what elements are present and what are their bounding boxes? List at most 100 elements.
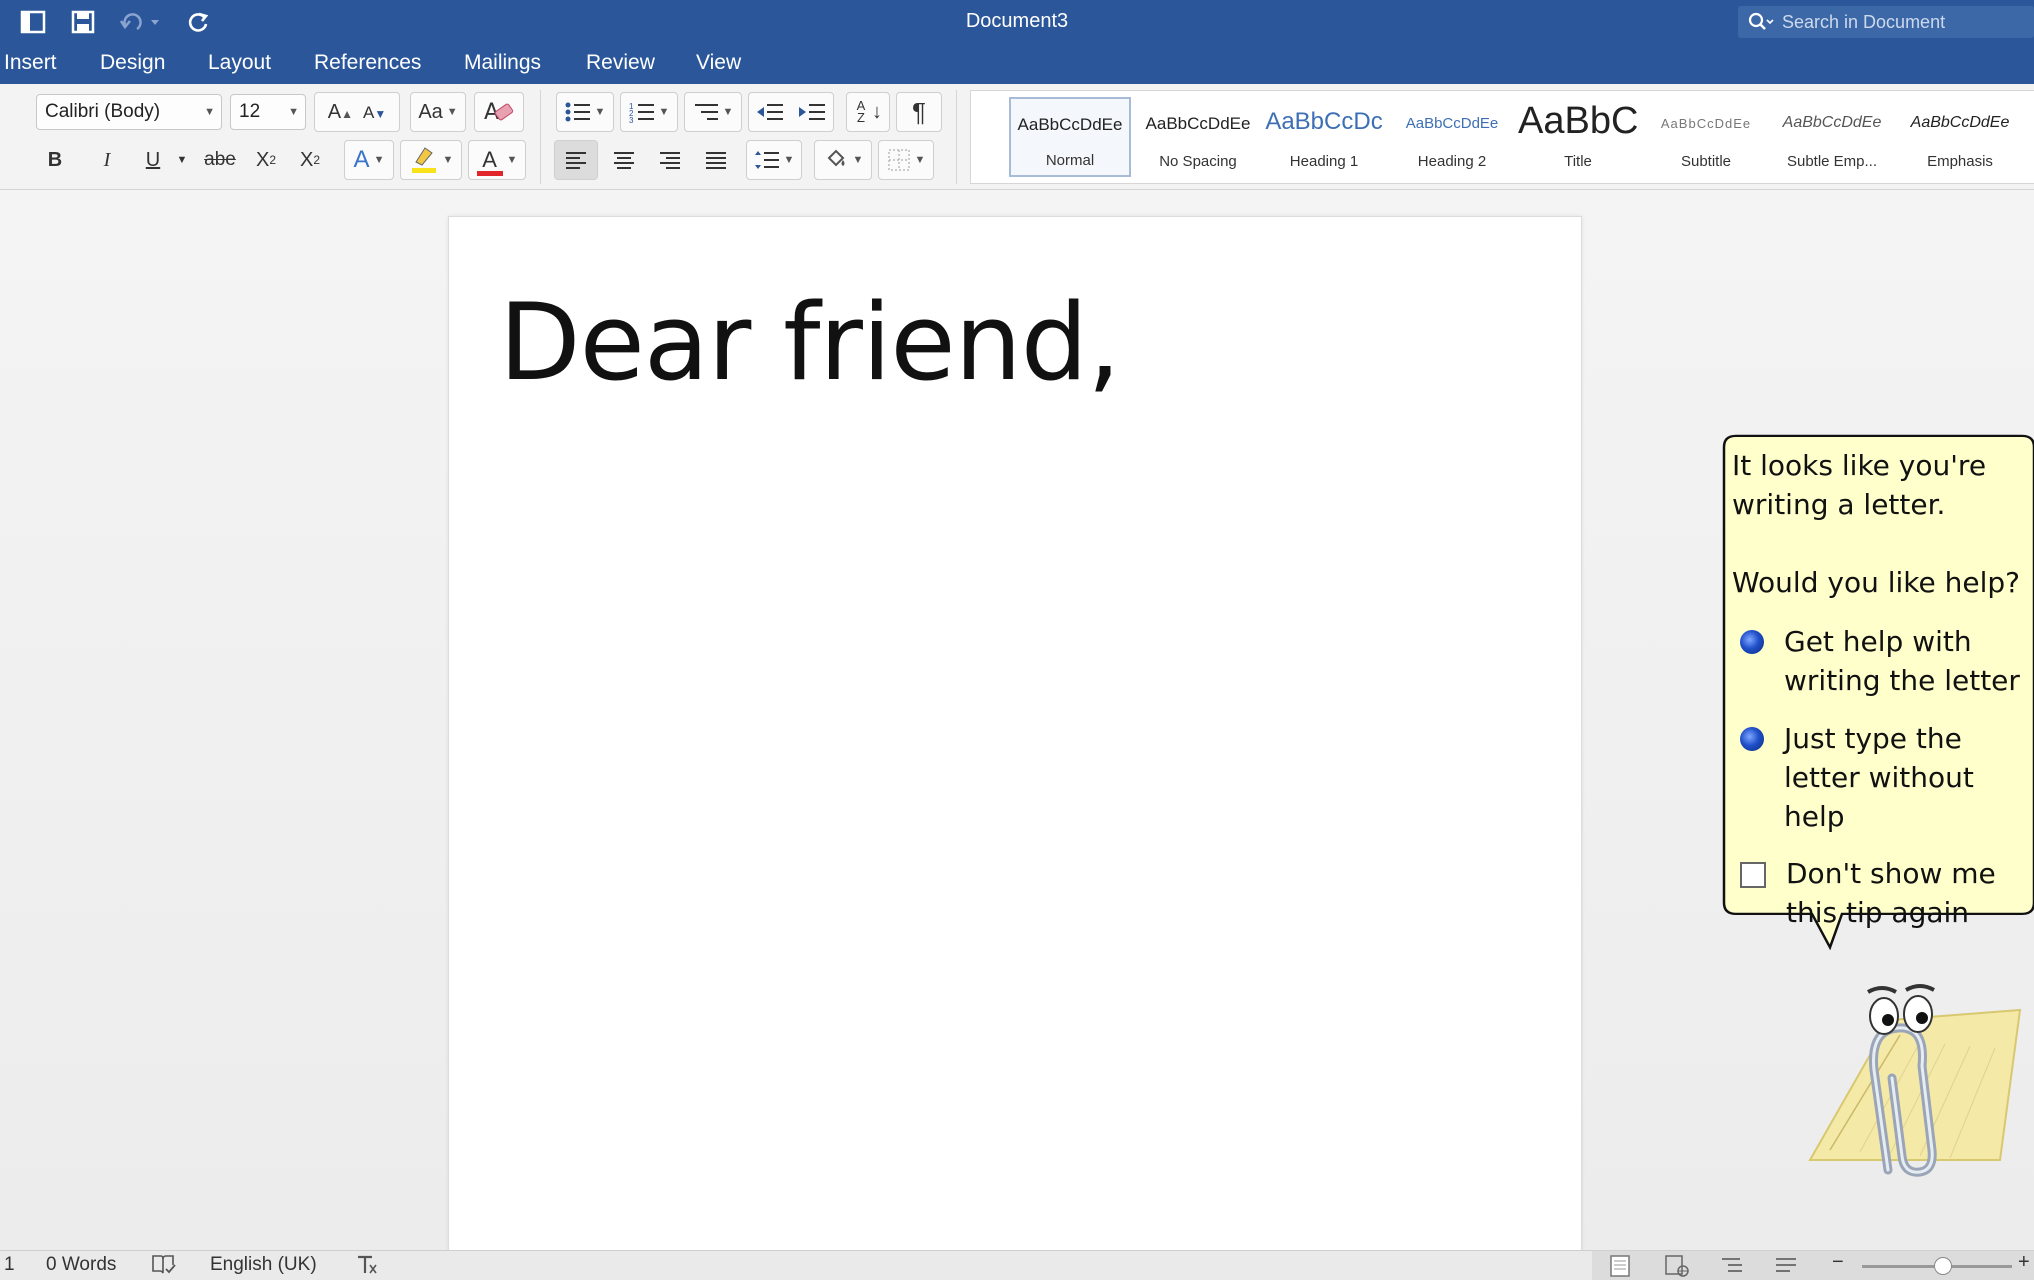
svg-text:3: 3: [629, 116, 634, 123]
grow-shrink-font-button[interactable]: A▲ A▼: [314, 92, 400, 132]
paperclip-assistant-icon[interactable]: [1770, 960, 2034, 1200]
save-icon[interactable]: [66, 6, 100, 38]
style-preview: AaBbCcDdEe: [1145, 114, 1251, 133]
bulleted-list-icon: [565, 102, 590, 122]
align-left-icon: [566, 152, 586, 169]
sort-button[interactable]: A Z ↓: [846, 92, 890, 132]
show-formatting-button[interactable]: ¶: [896, 92, 942, 132]
numbered-list-icon: 123: [629, 102, 654, 123]
ribbon-separator: [540, 90, 541, 184]
font-family-select[interactable]: Calibri (Body) ▼: [36, 94, 222, 130]
indent-buttons[interactable]: [748, 92, 834, 132]
font-color-button[interactable]: A ▼: [468, 140, 526, 180]
clear-formatting-icon: A: [484, 100, 514, 125]
home-ribbon: Calibri (Body) ▼ 12 ▼ A▲ A▼ Aa ▼ A B I U …: [0, 84, 2034, 190]
tab-design[interactable]: Design: [100, 51, 165, 75]
borders-button[interactable]: ▼: [878, 140, 934, 180]
clear-formatting-button[interactable]: A: [474, 92, 524, 132]
font-size-select[interactable]: 12 ▼: [230, 94, 306, 130]
multilevel-list-icon: [694, 104, 718, 120]
style-name: Heading 1: [1289, 153, 1359, 170]
get-help-option[interactable]: Get help with writing the letter: [1740, 622, 2030, 700]
line-spacing-icon: [754, 151, 779, 169]
document-page[interactable]: Dear friend,: [448, 216, 1582, 1256]
subscript-button[interactable]: X2: [248, 140, 284, 180]
line-spacing-button[interactable]: ▼: [746, 140, 802, 180]
track-changes-icon[interactable]: [354, 1253, 380, 1280]
change-case-icon: Aa: [418, 100, 443, 123]
align-left-button[interactable]: [554, 140, 598, 180]
sort-icon: A Z: [856, 98, 866, 125]
type-without-help-option[interactable]: Just type the letter without help: [1740, 719, 2030, 836]
style-title[interactable]: AaBbC Title: [1517, 97, 1639, 177]
dont-show-again-checkbox[interactable]: Don't show me this tip again: [1740, 854, 2030, 932]
checkbox-icon[interactable]: [1740, 862, 1766, 888]
align-right-icon: [660, 152, 680, 169]
align-center-button[interactable]: [604, 140, 644, 180]
undo-icon[interactable]: [114, 6, 168, 38]
style-heading-2[interactable]: AaBbCcDdEe Heading 2: [1391, 97, 1513, 177]
style-subtle-emphasis[interactable]: AaBbCcDdEe Subtle Emp...: [1771, 97, 1893, 177]
change-case-button[interactable]: Aa ▼: [410, 92, 466, 132]
text-effects-button[interactable]: A ▼: [344, 140, 394, 180]
tab-mailings[interactable]: Mailings: [464, 51, 541, 75]
search-placeholder: Search in Document: [1782, 11, 1946, 32]
multilevel-list-button[interactable]: ▼: [684, 92, 742, 132]
text-effects-icon: A: [353, 146, 370, 173]
style-preview: AaBbCcDdEe: [1017, 115, 1123, 134]
redo-icon[interactable]: [182, 6, 216, 38]
print-layout-icon[interactable]: [1608, 1255, 1634, 1277]
language-indicator[interactable]: English (UK): [210, 1254, 317, 1276]
tab-review[interactable]: Review: [586, 51, 655, 75]
document-text[interactable]: Dear friend,: [499, 281, 1121, 404]
style-emphasis[interactable]: AaBbCcDdEe Emphasis: [1899, 97, 2021, 177]
style-normal[interactable]: AaBbCcDdEe Normal: [1009, 97, 1131, 177]
view-controls: − +: [1592, 1251, 2034, 1280]
chevron-down-icon: ▼: [204, 106, 215, 118]
style-preview: AaBbCcDdEe: [1910, 114, 2010, 131]
proofing-icon[interactable]: [150, 1253, 176, 1280]
underline-options-icon[interactable]: ▼: [174, 140, 190, 180]
superscript-button[interactable]: X2: [292, 140, 328, 180]
page-number: 1: [4, 1254, 15, 1275]
zoom-slider-thumb[interactable]: [1934, 1257, 1952, 1275]
radio-bullet-icon: [1740, 630, 1764, 654]
numbering-button[interactable]: 1 2 3 ▼: [620, 92, 678, 132]
bold-button[interactable]: B: [38, 140, 72, 180]
draft-view-icon[interactable]: [1774, 1255, 1800, 1277]
tab-insert[interactable]: Insert: [4, 51, 57, 75]
align-right-button[interactable]: [650, 140, 690, 180]
style-name: No Spacing: [1159, 153, 1237, 170]
search-input[interactable]: Search in Document: [1738, 6, 2034, 38]
style-preview: AaBbCcDdEe: [1782, 114, 1882, 131]
highlight-button[interactable]: ▼: [400, 140, 462, 180]
zoom-in-button[interactable]: +: [2018, 1251, 2034, 1273]
strikethrough-button[interactable]: abe: [196, 140, 244, 180]
style-name: Subtitle: [1680, 153, 1732, 170]
zoom-out-button[interactable]: −: [1832, 1251, 1858, 1273]
italic-button[interactable]: I: [90, 140, 124, 180]
sidebar-toggle-icon[interactable]: [16, 6, 50, 38]
style-subtitle[interactable]: AaBbCcDdEe Subtitle: [1645, 97, 1767, 177]
style-name: Emphasis: [1927, 153, 1993, 170]
justify-button[interactable]: [696, 140, 736, 180]
word-count[interactable]: 0 Words: [46, 1254, 116, 1276]
tab-layout[interactable]: Layout: [208, 51, 271, 75]
balloon-line: It looks like you're: [1732, 449, 1987, 482]
style-heading-1[interactable]: AaBbCcDc Heading 1: [1263, 97, 1385, 177]
shading-button[interactable]: ▼: [814, 140, 872, 180]
font-family-value: Calibri (Body): [45, 101, 161, 122]
bullets-button[interactable]: ▼: [556, 92, 614, 132]
style-name: Subtle Emp...: [1786, 153, 1878, 170]
outline-view-icon[interactable]: [1720, 1255, 1746, 1277]
balloon-question: Would you like help?: [1732, 566, 2021, 599]
style-preview: AaBbCcDc: [1265, 108, 1383, 135]
document-title: Document3: [965, 10, 1069, 32]
tab-references[interactable]: References: [314, 51, 421, 75]
tab-view[interactable]: View: [696, 51, 741, 75]
web-layout-icon[interactable]: [1664, 1255, 1690, 1277]
underline-button[interactable]: U: [136, 140, 170, 180]
radio-bullet-icon: [1740, 727, 1764, 751]
style-no-spacing[interactable]: AaBbCcDdEe No Spacing: [1137, 97, 1259, 177]
style-name: Normal: [1045, 152, 1095, 169]
